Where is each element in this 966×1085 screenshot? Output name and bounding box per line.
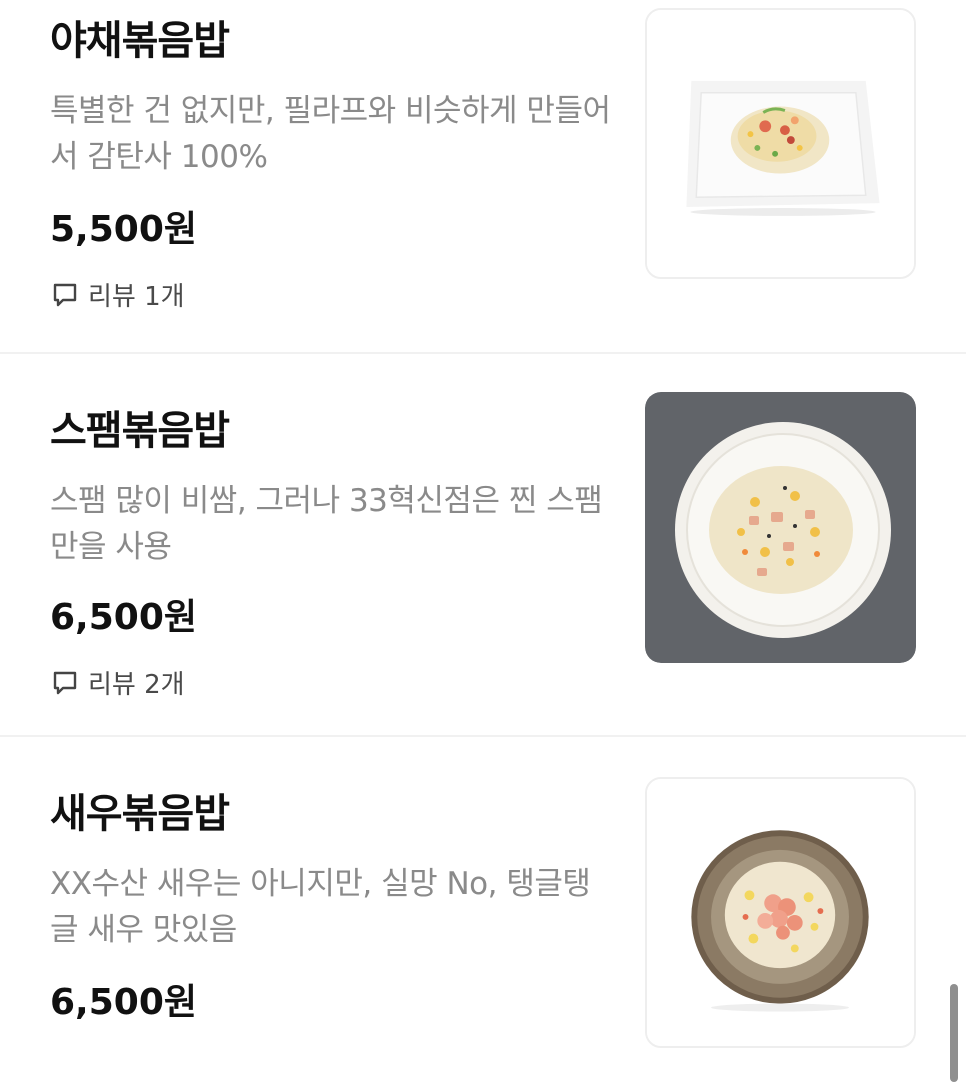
- menu-item-name: 새우볶음밥: [50, 791, 230, 837]
- menu-item-review-label: 리뷰 1개: [88, 282, 185, 312]
- spam-fried-rice-photo-icon: [645, 392, 916, 663]
- menu-item-description: XX수산 새우는 아니지만, 실망 No, 탱글탱글 새우 맛있음: [50, 866, 591, 948]
- vegetable-fried-rice-photo-icon: [647, 10, 914, 277]
- menu-item-price: 6,500원: [50, 982, 197, 1023]
- speech-bubble-icon: [52, 282, 78, 308]
- menu-item-review-link[interactable]: 리뷰 2개: [52, 664, 185, 701]
- menu-item-price: 5,500원: [50, 209, 197, 250]
- menu-item-name: 야채볶음밥: [50, 18, 230, 64]
- menu-item-photo[interactable]: [645, 8, 916, 279]
- menu-item-photo[interactable]: [645, 777, 916, 1048]
- menu-item-review-link[interactable]: 리뷰 1개: [52, 276, 185, 313]
- menu-item-review-label: 리뷰 2개: [88, 670, 185, 700]
- menu-item-vegetable-fried-rice[interactable]: 야채볶음밥 특별한 건 없지만, 필라프와 비슷하게 만들어서 감탄사 100%…: [0, 0, 966, 354]
- menu-item-description: 특별한 건 없지만, 필라프와 비슷하게 만들어서 감탄사 100%: [50, 93, 611, 175]
- menu-item-price: 6,500원: [50, 597, 197, 638]
- menu-item-description: 스팸 많이 비쌈, 그러나 33혁신점은 찐 스팸만을 사용: [50, 483, 603, 565]
- speech-bubble-icon: [52, 670, 78, 696]
- menu-item-spam-fried-rice[interactable]: 스팸볶음밥 스팸 많이 비쌈, 그러나 33혁신점은 찐 스팸만을 사용 6,5…: [0, 354, 966, 737]
- menu-list: 야채볶음밥 특별한 건 없지만, 필라프와 비슷하게 만들어서 감탄사 100%…: [0, 0, 966, 1085]
- scrollbar[interactable]: [950, 984, 958, 1082]
- menu-item-photo[interactable]: [645, 392, 916, 663]
- menu-item-shrimp-fried-rice[interactable]: 새우볶음밥 XX수산 새우는 아니지만, 실망 No, 탱글탱글 새우 맛있음 …: [0, 737, 966, 1085]
- shrimp-fried-rice-photo-icon: [647, 779, 914, 1046]
- menu-item-name: 스팸볶음밥: [50, 408, 230, 454]
